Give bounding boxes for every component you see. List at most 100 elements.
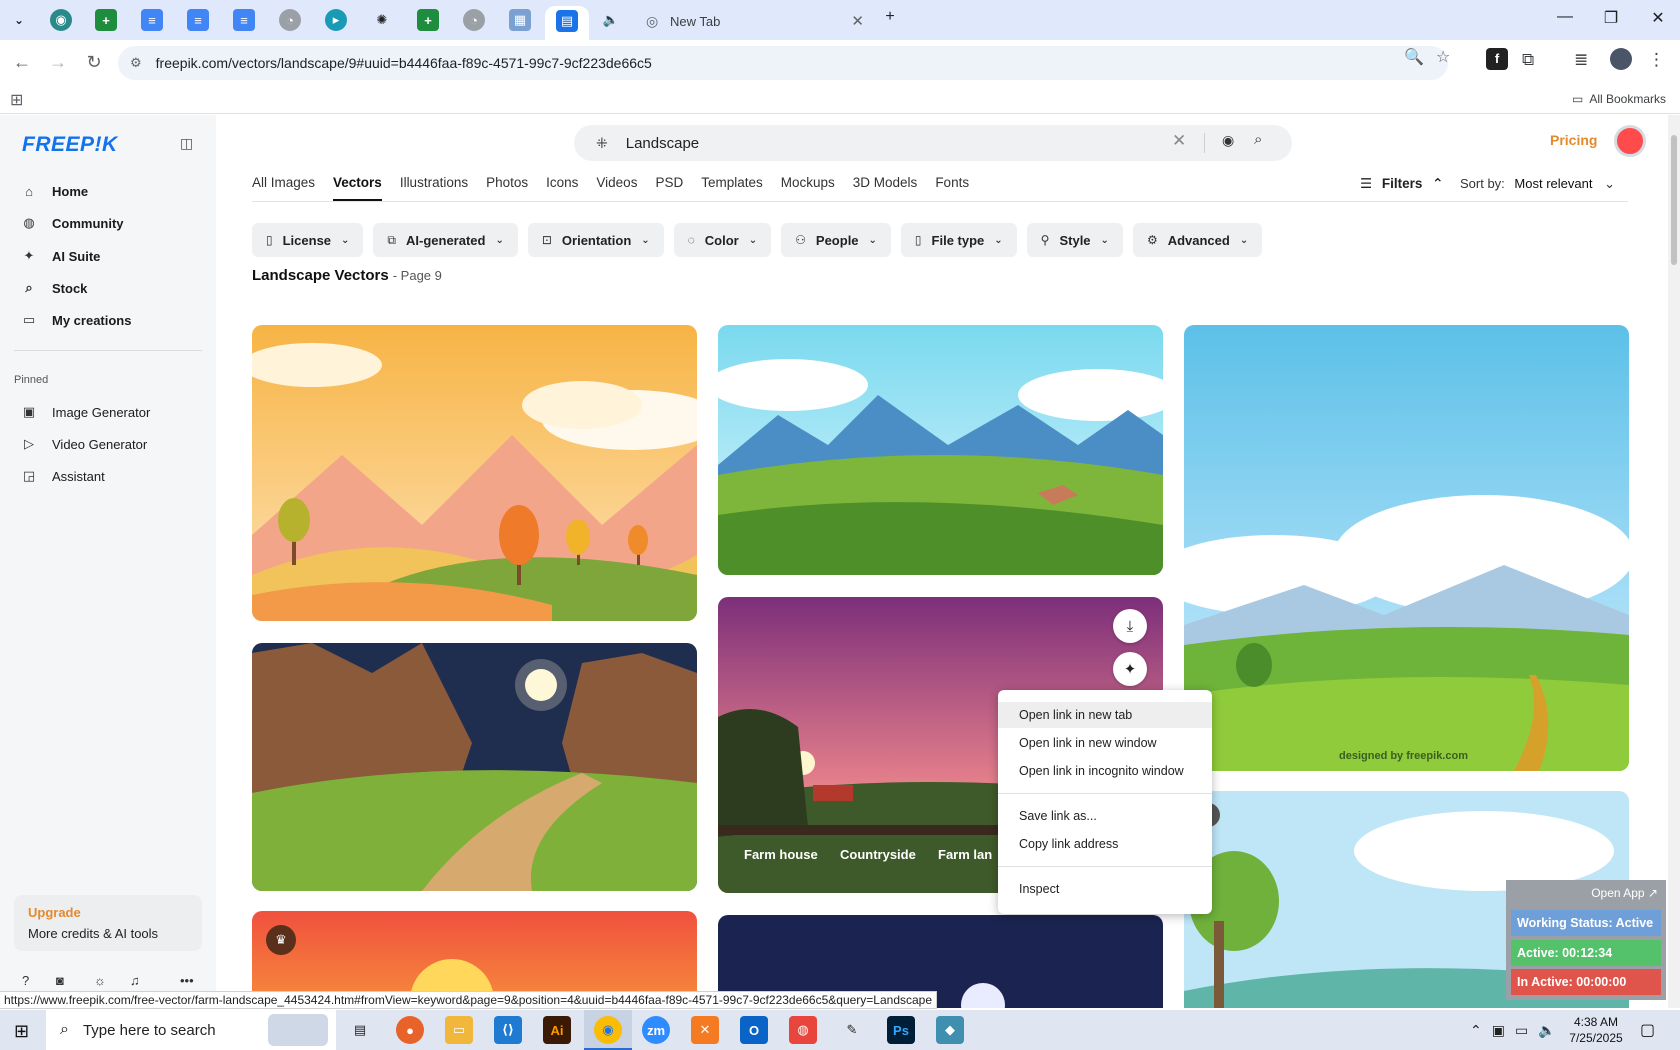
scrollbar-thumb[interactable]	[1671, 135, 1677, 265]
tray-chevron-icon[interactable]: ⌃	[1470, 1022, 1482, 1039]
zoom-icon[interactable]: 🔍	[1404, 47, 1424, 67]
minimize-icon[interactable]: —	[1550, 8, 1580, 26]
page-scrollbar[interactable]	[1668, 115, 1680, 1008]
discord-icon[interactable]: ◙	[56, 973, 64, 988]
tag-farm-land[interactable]: Farm lan	[930, 841, 1000, 868]
image-card-green-valley[interactable]	[718, 325, 1163, 575]
menu-copy-link-address[interactable]: Copy link address	[998, 831, 1212, 857]
filters-button[interactable]: ☰ Filters ⌃	[1360, 176, 1443, 192]
tab-3d-models[interactable]: 3D Models	[853, 175, 918, 201]
tab-favicon-globe[interactable]: ◔	[279, 9, 301, 31]
illustrator-icon[interactable]: Ai	[543, 1016, 571, 1044]
apps-grid-icon[interactable]: ⊞	[10, 90, 23, 110]
filter-style[interactable]: ⚲ Style ⌄	[1026, 223, 1123, 257]
bell-icon[interactable]: ♫	[130, 973, 140, 988]
zoom-app-icon[interactable]: zm	[642, 1016, 670, 1044]
taskbar-search[interactable]: ⌕ Type here to search	[46, 1010, 336, 1050]
tray-app-icon[interactable]: ▣	[1492, 1022, 1505, 1039]
chrome-icon[interactable]: ◉	[594, 1016, 622, 1044]
photoshop-icon[interactable]: Ps	[887, 1016, 915, 1044]
open-app-link[interactable]: Open App ↗	[1591, 886, 1658, 900]
windows-start-icon[interactable]: ⊞	[14, 1021, 29, 1042]
tab-search-icon[interactable]: ⌄	[8, 9, 30, 31]
camera-icon[interactable]: ◉	[1222, 132, 1234, 149]
menu-open-new-window[interactable]: Open link in new window	[998, 730, 1212, 756]
search-type-icon[interactable]: ⁜	[596, 135, 608, 152]
tab-active[interactable]: ▤	[545, 6, 589, 40]
filter-orientation[interactable]: ⊡ Orientation ⌄	[527, 223, 664, 257]
task-view-icon[interactable]: ▤	[346, 1016, 374, 1044]
bookmark-star-icon[interactable]: ☆	[1436, 47, 1450, 67]
sort-dropdown[interactable]: Sort by: Most relevant ⌄	[1460, 176, 1615, 192]
restore-icon[interactable]: ❐	[1596, 8, 1626, 28]
tab-favicon-grid[interactable]: ▦	[509, 9, 531, 31]
tab-videos[interactable]: Videos	[596, 175, 637, 201]
file-explorer-icon[interactable]: ▭	[445, 1016, 473, 1044]
tab-mockups[interactable]: Mockups	[781, 175, 835, 201]
freepik-logo[interactable]: FREEP!K	[22, 133, 118, 157]
filter-people[interactable]: ⚇ People ⌄	[781, 223, 891, 257]
sidebar-item-community[interactable]: ◍ Community	[14, 209, 204, 237]
tab-vectors[interactable]: Vectors	[333, 175, 382, 201]
tab-favicon-sheets[interactable]: +	[95, 9, 117, 31]
tab-icons[interactable]: Icons	[546, 175, 578, 201]
download-icon[interactable]: ⤓	[1113, 609, 1147, 643]
tab-favicon-docs-2[interactable]: ≡	[187, 9, 209, 31]
tab-templates[interactable]: Templates	[701, 175, 763, 201]
tab-favicon-1[interactable]: ◉	[50, 9, 72, 31]
xampp-icon[interactable]: ✕	[691, 1016, 719, 1044]
tag-farm-house[interactable]: Farm house	[736, 841, 826, 868]
back-icon[interactable]: ←	[10, 52, 34, 73]
more-icon[interactable]: •••	[180, 973, 194, 988]
all-bookmarks-button[interactable]: ▭ All Bookmarks	[1572, 92, 1666, 106]
profile-icon[interactable]	[1610, 48, 1632, 70]
firefox-icon[interactable]: ●	[396, 1016, 424, 1044]
upgrade-card[interactable]: Upgrade More credits & AI tools	[14, 895, 202, 951]
extensions-puzzle-icon[interactable]: ⧉	[1522, 50, 1534, 70]
taskbar-clock[interactable]: 4:38 AM 7/25/2025	[1560, 1014, 1632, 1046]
extension-f-icon[interactable]: f	[1486, 48, 1508, 70]
tab-fonts[interactable]: Fonts	[935, 175, 969, 201]
tab-illustrations[interactable]: Illustrations	[400, 175, 468, 201]
filter-color[interactable]: ◌ Color ⌄	[673, 223, 772, 257]
network-icon[interactable]: ▭	[1515, 1022, 1528, 1039]
forward-icon[interactable]: →	[46, 52, 70, 73]
tab-all-images[interactable]: All Images	[252, 175, 315, 201]
help-icon[interactable]: ?	[22, 973, 29, 988]
filter-file-type[interactable]: ▯ File type ⌄	[900, 223, 1017, 257]
notification-icon[interactable]: ▢	[1640, 1020, 1655, 1040]
close-window-icon[interactable]: ✕	[1643, 8, 1673, 28]
sidebar-item-home[interactable]: ⌂ Home	[14, 177, 204, 205]
tab-favicon-app[interactable]: ▸	[325, 9, 347, 31]
sidebar-item-stock[interactable]: ⌕ Stock	[14, 274, 204, 302]
menu-inspect[interactable]: Inspect	[998, 876, 1212, 902]
tab-favicon-docs-3[interactable]: ≡	[233, 9, 255, 31]
sidebar-item-image-generator[interactable]: ▣ Image Generator	[14, 398, 204, 426]
site-info-icon[interactable]: ⚙	[130, 55, 142, 71]
sidebar-item-my-creations[interactable]: ▭ My creations	[14, 306, 204, 334]
filter-advanced[interactable]: ⚙ Advanced ⌄	[1132, 223, 1263, 257]
tab-favicon-globe-2[interactable]: ◔	[463, 9, 485, 31]
vscode-icon[interactable]: ⟨⟩	[494, 1016, 522, 1044]
sidebar-item-assistant[interactable]: ◲ Assistant	[14, 462, 204, 490]
sidebar-item-ai-suite[interactable]: ✦ AI Suite	[14, 242, 204, 270]
filter-license[interactable]: ▯ License ⌄	[252, 223, 364, 257]
tab-favicon-openai[interactable]: ✺	[371, 9, 393, 31]
ai-edit-icon[interactable]: ✦	[1113, 652, 1147, 686]
app-diamond-icon[interactable]: ◆	[936, 1016, 964, 1044]
reload-icon[interactable]: ↻	[82, 52, 106, 73]
speaker-icon[interactable]: 🔈	[600, 9, 622, 31]
image-card-meadow-road[interactable]: designed by freepik.com	[1184, 325, 1629, 771]
address-bar[interactable]: ⚙ freepik.com/vectors/landscape/9#uuid=b…	[118, 46, 1448, 80]
pricing-link[interactable]: Pricing	[1550, 132, 1597, 148]
menu-open-new-tab[interactable]: Open link in new tab	[998, 702, 1212, 728]
sidebar-item-video-generator[interactable]: ▷ Video Generator	[14, 430, 204, 458]
search-icon[interactable]: ⌕	[1254, 131, 1262, 148]
outlook-icon[interactable]: O	[740, 1016, 768, 1044]
image-card-autumn-hills[interactable]	[252, 325, 697, 621]
pen-tool-icon[interactable]: ✎	[838, 1016, 866, 1044]
tab-new-tab[interactable]: ◎ New Tab ✕	[640, 8, 870, 34]
media-control-icon[interactable]: ≣	[1574, 50, 1588, 70]
menu-kebab-icon[interactable]: ⋮	[1648, 50, 1665, 70]
tab-favicon-docs[interactable]: ≡	[141, 9, 163, 31]
